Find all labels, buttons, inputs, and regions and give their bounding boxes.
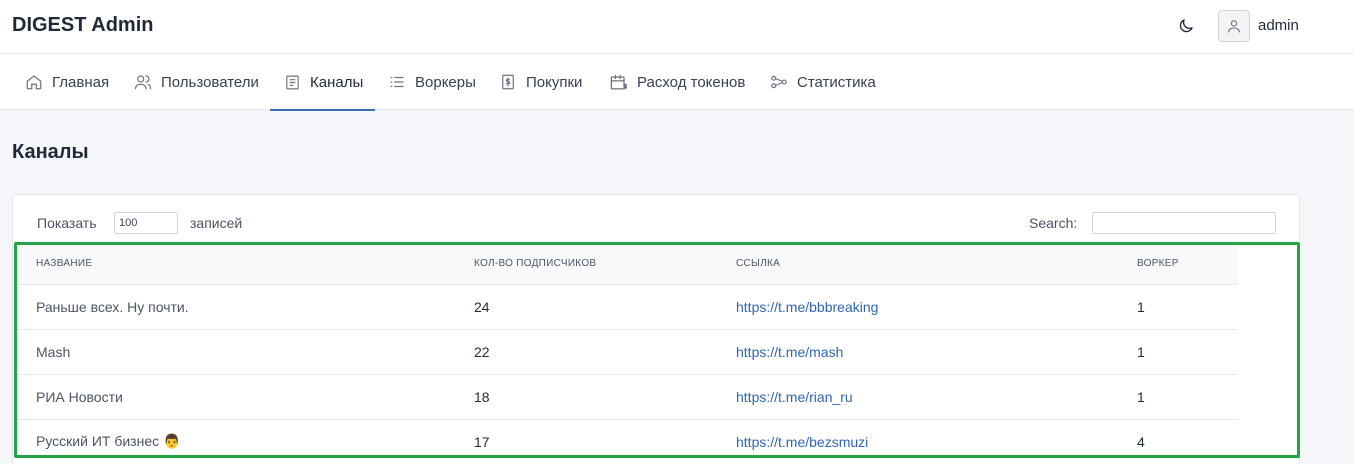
users-icon — [134, 75, 152, 90]
cell-name: Раньше всех. Ну почти. — [36, 298, 189, 315]
page-length-input[interactable] — [114, 212, 178, 234]
cell-worker: 1 — [1137, 388, 1145, 405]
channel-link[interactable]: https://t.me/rian_ru — [736, 389, 853, 405]
dollar-receipt-icon — [502, 74, 514, 90]
cell-subscribers: 24 — [474, 298, 490, 315]
channels-table-wrapper: Название Кол-во подписчиков Ссылка Ворке… — [14, 243, 1300, 464]
page-title: Каналы — [12, 141, 89, 163]
avatar — [1218, 9, 1250, 42]
nav-item-statistics[interactable]: Статистика — [770, 54, 876, 110]
cell-subscribers: 22 — [474, 343, 490, 360]
nav-item-label: Покупки — [526, 73, 583, 91]
nav-item-users[interactable]: Пользователи — [134, 54, 259, 110]
search-input[interactable] — [1092, 212, 1276, 234]
table-row: Mash 22 https://t.me/mash 1 — [14, 329, 1238, 374]
nav-item-label: Каналы — [310, 73, 364, 91]
nav-item-home[interactable]: Главная — [25, 54, 109, 110]
cell-link: https://t.me/bbbreaking — [714, 284, 1115, 329]
app-title[interactable]: DIGEST Admin — [12, 14, 153, 37]
nav-item-label: Пользователи — [161, 73, 259, 91]
user-icon — [1228, 19, 1240, 33]
table-row: Раньше всех. Ну почти. 24 https://t.me/b… — [14, 284, 1238, 329]
channel-link[interactable]: https://t.me/bbbreaking — [736, 299, 878, 315]
cell-link: https://t.me/mash — [714, 329, 1115, 374]
column-header-name[interactable]: Название — [14, 243, 452, 285]
cell-name: Русский ИТ бизнес 👨 — [36, 433, 181, 449]
top-bar: DIGEST Admin admin — [0, 0, 1354, 54]
nav-item-label: Статистика — [797, 73, 876, 91]
column-header-worker[interactable]: Воркер — [1115, 243, 1238, 285]
list-icon — [390, 76, 404, 88]
main-nav: Главная Пользователи Каналы Воркеры Поку… — [0, 54, 1354, 111]
moon-icon — [1179, 19, 1193, 33]
home-icon — [26, 75, 42, 90]
user-name: admin — [1258, 17, 1299, 34]
channels-table: Название Кол-во подписчиков Ссылка Ворке… — [14, 243, 1238, 464]
nav-item-channels[interactable]: Каналы — [270, 54, 376, 111]
cell-worker: 1 — [1137, 298, 1145, 315]
calendar-dollar-icon — [610, 74, 628, 89]
cell-worker: 4 — [1137, 433, 1145, 450]
theme-toggle-button[interactable] — [1174, 14, 1198, 38]
nav-item-label: Воркеры — [415, 73, 476, 91]
table-row: РИА Новости 18 https://t.me/rian_ru 1 — [14, 374, 1238, 419]
records-label: записей — [190, 215, 243, 231]
cell-name: Mash — [36, 343, 71, 360]
table-row: Русский ИТ бизнес 👨 17 https://t.me/bezs… — [14, 419, 1238, 464]
table-header-row: Название Кол-во подписчиков Ссылка Ворке… — [14, 243, 1238, 285]
nav-item-workers[interactable]: Воркеры — [388, 54, 476, 110]
column-header-link[interactable]: Ссылка — [714, 243, 1115, 285]
cell-worker: 1 — [1137, 343, 1145, 360]
show-label: Показать — [37, 215, 97, 231]
nav-item-label: Расход токенов — [637, 73, 746, 91]
channel-link[interactable]: https://t.me/bezsmuzi — [736, 434, 868, 450]
nav-item-label: Главная — [52, 73, 110, 91]
user-menu[interactable]: admin — [1218, 9, 1299, 42]
search-label: Search: — [1029, 215, 1078, 231]
cell-name: РИА Новости — [36, 388, 123, 405]
nav-item-token-usage[interactable]: Расход токенов — [609, 54, 745, 110]
cell-subscribers: 18 — [474, 388, 490, 405]
column-header-subscribers[interactable]: Кол-во подписчиков — [452, 243, 714, 285]
share-nodes-icon — [771, 75, 787, 89]
nav-item-purchases[interactable]: Покупки — [499, 54, 582, 110]
channel-link[interactable]: https://t.me/mash — [736, 344, 843, 360]
document-icon — [286, 75, 299, 89]
cell-subscribers: 17 — [474, 433, 490, 450]
cell-link: https://t.me/rian_ru — [714, 374, 1115, 419]
cell-link: https://t.me/bezsmuzi — [714, 419, 1115, 464]
